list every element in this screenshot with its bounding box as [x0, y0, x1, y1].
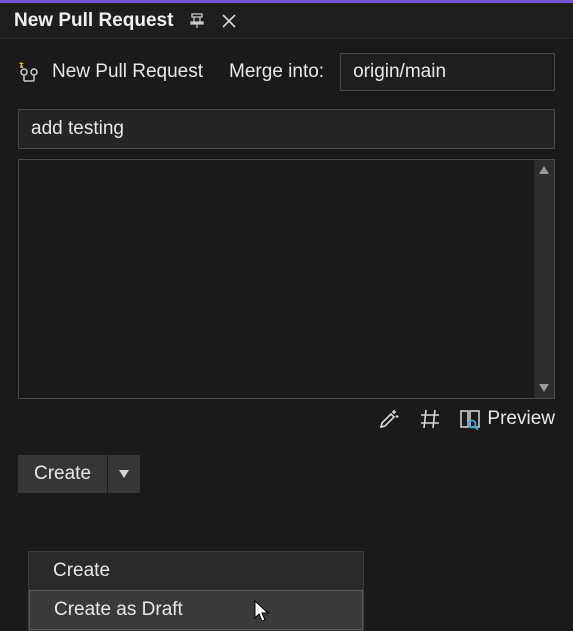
preview-label: Preview	[487, 408, 555, 430]
tab-bar: New Pull Request	[0, 0, 573, 39]
pr-description-container	[18, 159, 555, 399]
create-row: Create	[0, 445, 573, 503]
menu-item-create-as-draft[interactable]: Create as Draft	[29, 590, 363, 630]
toolbar-title: New Pull Request	[52, 61, 203, 83]
create-button[interactable]: Create	[18, 455, 108, 493]
create-dropdown-toggle[interactable]	[108, 455, 140, 493]
menu-item-label: Create	[53, 560, 110, 581]
branch-select[interactable]: origin/main	[340, 53, 555, 91]
vertical-scrollbar[interactable]	[534, 160, 554, 398]
tab-title: New Pull Request	[14, 10, 173, 32]
description-toolbar: Preview	[0, 399, 573, 445]
new-pull-request-icon	[18, 61, 40, 83]
scroll-down-icon[interactable]	[534, 378, 554, 398]
hash-icon[interactable]	[419, 408, 441, 430]
scroll-up-icon[interactable]	[534, 160, 554, 180]
create-label: Create	[34, 463, 91, 484]
pr-title-input[interactable]: add testing	[18, 109, 555, 149]
create-dropdown-menu: Create Create as Draft	[28, 551, 364, 631]
branch-name: origin/main	[353, 61, 446, 82]
pr-description-input[interactable]	[19, 160, 534, 398]
ai-suggest-icon[interactable]	[377, 407, 401, 431]
merge-into-label: Merge into:	[229, 61, 324, 83]
preview-icon	[459, 408, 481, 430]
pr-title-value: add testing	[31, 118, 124, 139]
preview-button[interactable]: Preview	[459, 408, 555, 430]
pr-toolbar: New Pull Request Merge into: origin/main	[0, 39, 573, 103]
pin-icon[interactable]	[189, 13, 205, 29]
close-icon[interactable]	[221, 13, 237, 29]
menu-item-label: Create as Draft	[54, 599, 183, 620]
chevron-down-icon	[118, 469, 130, 479]
menu-item-create[interactable]: Create	[29, 552, 363, 590]
